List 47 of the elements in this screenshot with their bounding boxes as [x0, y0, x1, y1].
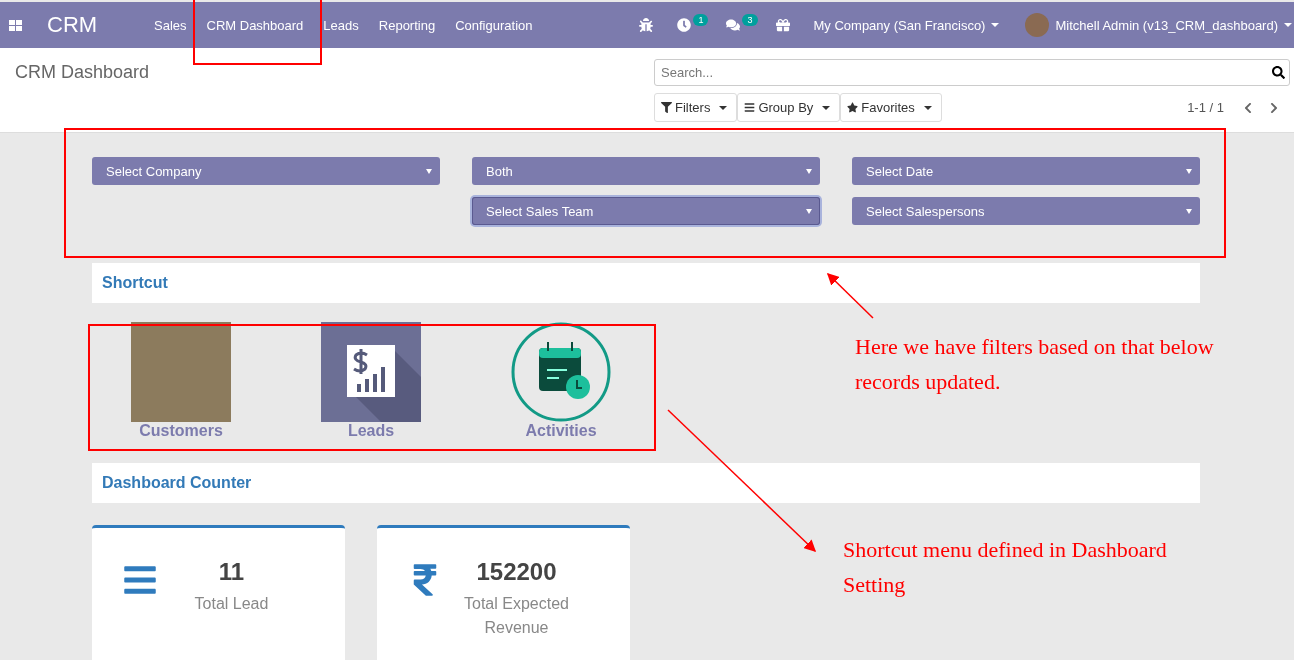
pointer-arrow	[826, 272, 874, 319]
section-header: Dashboard Counter	[92, 463, 1200, 503]
company-switcher[interactable]: My Company (San Francisco)	[813, 17, 1000, 33]
filter-select[interactable]: Select Company	[92, 157, 440, 185]
annotation-text: Here we have filters based on that below records updated.	[855, 333, 1215, 396]
activity-clock-icon[interactable]	[677, 18, 692, 32]
menu-item[interactable]: Configuration	[455, 17, 533, 33]
report-document-icon	[321, 322, 421, 422]
counter-label: Total Lead	[193, 594, 270, 614]
filter-select[interactable]: Select Date	[852, 157, 1200, 185]
annotation-text: Shortcut menu defined in Dashboard Setting	[843, 536, 1168, 599]
messages-icon[interactable]	[726, 18, 741, 32]
menu-item[interactable]: CRM Dashboard	[206, 17, 304, 33]
menu-item[interactable]: Sales	[154, 17, 187, 33]
counter-value: 11	[218, 558, 245, 586]
menu-item[interactable]: Reporting	[378, 17, 436, 33]
filter-select[interactable]: Both	[472, 157, 820, 185]
pager-text: 1-1 / 1	[1187, 100, 1224, 115]
filter-select[interactable]: Select Salespersons	[852, 197, 1200, 225]
group-icon	[744, 102, 756, 113]
next-icon[interactable]	[1268, 101, 1280, 114]
notification-badge: 3	[742, 14, 758, 26]
counter-label: Total Expected Revenue	[463, 594, 570, 638]
search-icon[interactable]	[1272, 66, 1285, 79]
search-option-button[interactable]: Favorites	[840, 93, 942, 122]
shortcut-link[interactable]: Customers	[139, 422, 223, 439]
previous-icon[interactable]	[1242, 101, 1254, 114]
menu-item[interactable]: Leads	[323, 17, 359, 33]
shortcut-link[interactable]: Leads	[347, 422, 395, 439]
search-option-button[interactable]: Filters	[654, 93, 738, 122]
search-option-button[interactable]: Group By	[737, 93, 841, 122]
calendar-clock-icon	[511, 322, 611, 422]
app-title: CRM	[47, 12, 99, 38]
gift-icon[interactable]	[775, 18, 790, 32]
user-menu[interactable]: Mitchell Admin (v13_CRM_dashboard)	[1055, 17, 1292, 33]
shortcut-link[interactable]: Activities	[525, 422, 597, 439]
notification-badge: 1	[693, 14, 709, 26]
bug-icon[interactable]	[639, 18, 654, 32]
star-icon	[847, 102, 859, 113]
counter-value: 152200	[476, 558, 557, 586]
search-field[interactable]: Search...	[654, 59, 1290, 86]
section-header: Shortcut	[92, 263, 1200, 303]
filter-icon	[661, 102, 672, 113]
breadcrumb-title: CRM Dashboard	[15, 62, 150, 82]
filter-select[interactable]: Select Sales Team	[472, 197, 820, 225]
user-avatar	[1025, 13, 1050, 37]
apps-grid-icon[interactable]	[9, 19, 22, 31]
